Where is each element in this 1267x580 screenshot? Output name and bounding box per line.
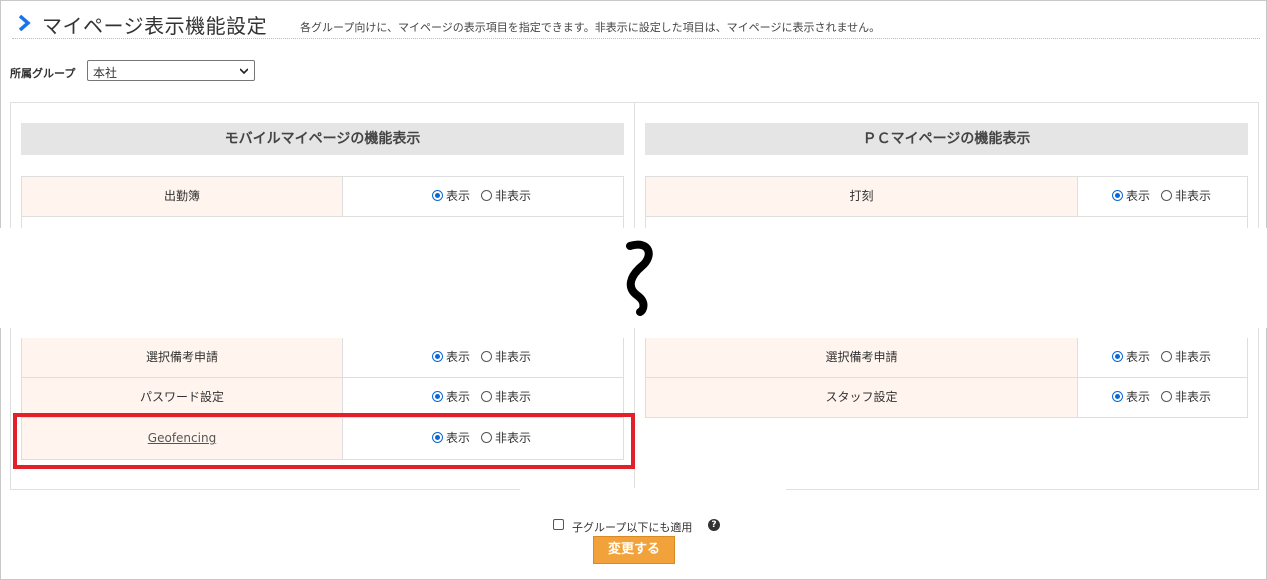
mobile-row-remarks-request: 選択備考申請 表示 非表示: [21, 338, 624, 378]
option-show-label: 表示: [1126, 189, 1151, 203]
row-label: スタッフ設定: [646, 378, 1078, 417]
option-show-label: 表示: [446, 189, 471, 203]
row-label: 選択備考申請: [646, 338, 1078, 377]
option-hide-label: 非表示: [495, 350, 532, 364]
geofencing-highlight: [13, 413, 635, 469]
pc-row-staff-settings: スタッフ設定 表示 非表示: [645, 378, 1248, 418]
option-hide[interactable]: 非表示: [481, 338, 531, 377]
pc-section-title: ＰＣマイページの機能表示: [645, 123, 1248, 155]
radio-unselected-icon[interactable]: [481, 391, 492, 402]
mobile-section-title: モバイルマイページの機能表示: [21, 123, 624, 155]
mobile-row-attendance: 出勤簿 表示 非表示: [21, 177, 624, 217]
radio-selected-icon[interactable]: [1112, 391, 1123, 402]
option-show[interactable]: 表示: [1112, 338, 1150, 377]
radio-unselected-icon[interactable]: [481, 351, 492, 362]
option-hide[interactable]: 非表示: [1161, 338, 1211, 377]
group-label: 所属グループ: [10, 67, 76, 80]
option-hide[interactable]: 非表示: [481, 378, 531, 417]
row-options: 表示 非表示: [343, 378, 623, 417]
pc-row-remarks-request: 選択備考申請 表示 非表示: [645, 338, 1248, 378]
option-show-label: 表示: [1126, 350, 1151, 364]
radio-unselected-icon[interactable]: [481, 190, 492, 201]
page-header: マイページ表示機能設定 各グループ向けに、マイページの表示項目を指定できます。非…: [12, 8, 1260, 39]
option-show[interactable]: 表示: [432, 177, 470, 216]
row-options: 表示 非表示: [343, 177, 623, 216]
submit-button[interactable]: 変更する: [593, 536, 675, 564]
option-hide-label: 非表示: [1175, 390, 1212, 404]
option-hide[interactable]: 非表示: [1161, 378, 1211, 417]
mobile-row-password: パスワード設定 表示 非表示: [21, 378, 624, 418]
pc-table-bottom: 選択備考申請 表示 非表示 スタッフ設定 表示 非表示: [645, 338, 1248, 418]
option-hide-label: 非表示: [495, 390, 532, 404]
option-hide[interactable]: 非表示: [481, 177, 531, 216]
option-show[interactable]: 表示: [1112, 378, 1150, 417]
option-hide-label: 非表示: [1175, 189, 1212, 203]
row-label: 選択備考申請: [22, 338, 343, 377]
omission-squiggle-icon: [626, 240, 653, 316]
radio-unselected-icon[interactable]: [1161, 190, 1172, 201]
option-show-label: 表示: [446, 390, 471, 404]
option-show-label: 表示: [1126, 390, 1151, 404]
row-options: 表示 非表示: [343, 338, 623, 377]
option-show[interactable]: 表示: [432, 378, 470, 417]
chevron-right-icon: [18, 15, 31, 31]
question-circle-icon[interactable]: ?: [708, 519, 720, 531]
apply-children-label: 子グループ以下にも適用: [572, 521, 693, 534]
page-title: マイページ表示機能設定: [42, 14, 268, 38]
radio-selected-icon[interactable]: [1112, 351, 1123, 362]
row-options: 表示 非表示: [1078, 378, 1247, 417]
radio-unselected-icon[interactable]: [1161, 351, 1172, 362]
row-options: 表示 非表示: [1078, 177, 1247, 216]
radio-selected-icon[interactable]: [1112, 190, 1123, 201]
option-hide-label: 非表示: [1175, 350, 1212, 364]
group-select[interactable]: 本社: [87, 60, 255, 81]
radio-selected-icon[interactable]: [432, 351, 443, 362]
chevron-down-icon: [240, 68, 248, 75]
option-hide[interactable]: 非表示: [1161, 177, 1211, 216]
row-label: 打刻: [646, 177, 1078, 216]
row-label: 出勤簿: [22, 177, 343, 216]
row-options: 表示 非表示: [1078, 338, 1247, 377]
radio-unselected-icon[interactable]: [1161, 391, 1172, 402]
option-hide-label: 非表示: [495, 189, 532, 203]
panel-border-gap: [520, 488, 786, 492]
apply-children-checkbox[interactable]: [553, 519, 564, 530]
page-description: 各グループ向けに、マイページの表示項目を指定できます。非表示に設定した項目は、マ…: [300, 21, 881, 34]
option-show[interactable]: 表示: [1112, 177, 1150, 216]
option-show-label: 表示: [446, 350, 471, 364]
radio-selected-icon[interactable]: [432, 190, 443, 201]
option-show[interactable]: 表示: [432, 338, 470, 377]
pc-row-punch: 打刻 表示 非表示: [645, 177, 1248, 217]
row-label: パスワード設定: [22, 378, 343, 417]
group-select-value: 本社: [93, 66, 118, 80]
radio-selected-icon[interactable]: [432, 391, 443, 402]
